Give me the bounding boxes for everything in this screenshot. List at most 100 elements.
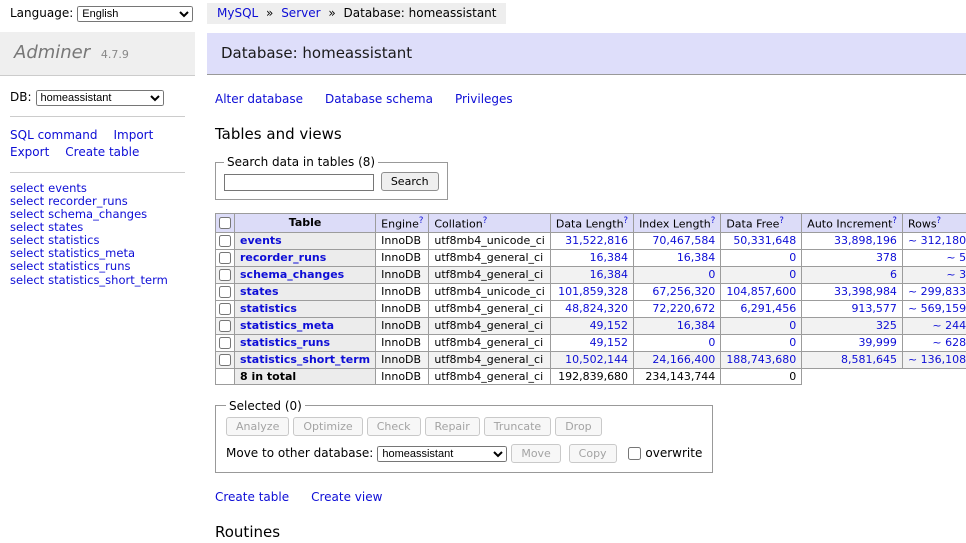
- select-link[interactable]: select: [10, 259, 44, 273]
- row-checkbox[interactable]: [219, 269, 231, 281]
- auto-increment-cell-link[interactable]: 39,999: [858, 336, 897, 349]
- help-link[interactable]: ?: [419, 216, 424, 226]
- auto-increment-cell-link[interactable]: 33,398,984: [834, 285, 897, 298]
- help-link[interactable]: ?: [937, 216, 942, 226]
- language-select[interactable]: English: [77, 6, 193, 22]
- auto-increment-cell-link[interactable]: 378: [876, 251, 897, 264]
- rows-cell-link[interactable]: ~ 299,833: [908, 285, 966, 298]
- data-length-cell-link[interactable]: 31,522,816: [565, 234, 628, 247]
- app-name[interactable]: Adminer: [14, 42, 90, 63]
- data-length-cell-link[interactable]: 10,502,144: [565, 353, 628, 366]
- row-checkbox[interactable]: [219, 320, 231, 332]
- db-select[interactable]: homeassistant: [36, 90, 164, 106]
- breadcrumb-item[interactable]: MySQL: [217, 6, 258, 20]
- data-length-cell-link[interactable]: 49,152: [590, 336, 629, 349]
- row-checkbox[interactable]: [219, 235, 231, 247]
- sidebar-table-link-events[interactable]: events: [48, 181, 87, 195]
- index-length-cell-link[interactable]: 70,467,584: [652, 234, 715, 247]
- index-length-cell-link[interactable]: 67,256,320: [652, 285, 715, 298]
- table-link-statistics_runs[interactable]: statistics_runs: [240, 336, 330, 349]
- rows-cell-link[interactable]: ~ 136,108: [908, 353, 966, 366]
- rows-cell-link[interactable]: ~ 628: [932, 336, 966, 349]
- sidebar-table-link-states[interactable]: states: [48, 220, 83, 234]
- sidebar-table-link-statistics_runs[interactable]: statistics_runs: [48, 259, 130, 273]
- auto-increment-cell-link[interactable]: 6: [890, 268, 897, 281]
- help-link[interactable]: ?: [483, 216, 488, 226]
- table-link-statistics_short_term[interactable]: statistics_short_term: [240, 353, 370, 366]
- data-length-cell-link[interactable]: 49,152: [590, 319, 629, 332]
- table-link-states[interactable]: states: [240, 285, 279, 298]
- drop-button[interactable]: Drop: [555, 417, 601, 436]
- search-input[interactable]: [224, 174, 374, 191]
- privileges-link[interactable]: Privileges: [455, 92, 513, 106]
- row-checkbox[interactable]: [219, 354, 231, 366]
- overwrite-checkbox[interactable]: [628, 447, 641, 460]
- select-link[interactable]: select: [10, 246, 44, 260]
- sidebar-table-link-statistics_short_term[interactable]: statistics_short_term: [48, 273, 168, 287]
- table-link-events[interactable]: events: [240, 234, 282, 247]
- analyze-button[interactable]: Analyze: [226, 417, 289, 436]
- help-link[interactable]: ?: [892, 216, 897, 226]
- data-free-cell-link[interactable]: 6,291,456: [740, 302, 796, 315]
- alter-database-link[interactable]: Alter database: [215, 92, 303, 106]
- data-free-cell-link[interactable]: 104,857,600: [726, 285, 796, 298]
- data-free-cell-link[interactable]: 0: [789, 319, 796, 332]
- index-length-cell-link[interactable]: 24,166,400: [652, 353, 715, 366]
- row-checkbox[interactable]: [219, 286, 231, 298]
- create-table-link[interactable]: Create table: [215, 490, 289, 504]
- breadcrumb-item[interactable]: Server: [281, 6, 320, 20]
- auto-increment-cell-link[interactable]: 8,581,645: [841, 353, 897, 366]
- select-link[interactable]: select: [10, 220, 44, 234]
- row-checkbox[interactable]: [219, 337, 231, 349]
- table-link-statistics_meta[interactable]: statistics_meta: [240, 319, 334, 332]
- select-all-checkbox[interactable]: [219, 217, 231, 229]
- row-checkbox[interactable]: [219, 303, 231, 315]
- optimize-button[interactable]: Optimize: [293, 417, 362, 436]
- data-free-cell-link[interactable]: 50,331,648: [733, 234, 796, 247]
- move-button[interactable]: Move: [511, 444, 561, 463]
- overwrite-label[interactable]: overwrite: [645, 446, 702, 460]
- copy-button[interactable]: Copy: [569, 444, 617, 463]
- help-link[interactable]: ?: [624, 216, 629, 226]
- select-link[interactable]: select: [10, 207, 44, 221]
- auto-increment-cell-link[interactable]: 913,577: [851, 302, 897, 315]
- move-db-select[interactable]: homeassistant: [377, 446, 507, 462]
- sidebar-link-export[interactable]: Export: [10, 145, 49, 159]
- create-view-link[interactable]: Create view: [311, 490, 382, 504]
- data-free-cell-link[interactable]: 0: [789, 336, 796, 349]
- data-length-cell-link[interactable]: 101,859,328: [558, 285, 628, 298]
- sidebar-link-import[interactable]: Import: [113, 128, 153, 142]
- rows-cell-link[interactable]: ~ 569,159: [908, 302, 966, 315]
- auto-increment-cell-link[interactable]: 325: [876, 319, 897, 332]
- select-link[interactable]: select: [10, 194, 44, 208]
- data-length-cell-link[interactable]: 16,384: [590, 251, 629, 264]
- rows-cell-link[interactable]: ~ 3: [946, 268, 966, 281]
- data-length-cell-link[interactable]: 48,824,320: [565, 302, 628, 315]
- sidebar-link-sql-command[interactable]: SQL command: [10, 128, 97, 142]
- select-link[interactable]: select: [10, 233, 44, 247]
- sidebar-table-link-statistics[interactable]: statistics: [48, 233, 99, 247]
- data-free-cell-link[interactable]: 188,743,680: [726, 353, 796, 366]
- sidebar-link-create-table[interactable]: Create table: [65, 145, 139, 159]
- data-free-cell-link[interactable]: 0: [789, 251, 796, 264]
- data-free-cell-link[interactable]: 0: [789, 268, 796, 281]
- sidebar-table-link-statistics_meta[interactable]: statistics_meta: [48, 246, 135, 260]
- select-link[interactable]: select: [10, 273, 44, 287]
- check-button[interactable]: Check: [367, 417, 421, 436]
- select-link[interactable]: select: [10, 181, 44, 195]
- table-link-schema_changes[interactable]: schema_changes: [240, 268, 344, 281]
- row-checkbox[interactable]: [219, 252, 231, 264]
- index-length-cell-link[interactable]: 72,220,672: [652, 302, 715, 315]
- help-link[interactable]: ?: [711, 216, 716, 226]
- help-link[interactable]: ?: [779, 216, 784, 226]
- index-length-cell-link[interactable]: 0: [708, 336, 715, 349]
- table-link-statistics[interactable]: statistics: [240, 302, 297, 315]
- rows-cell-link[interactable]: ~ 312,180: [908, 234, 966, 247]
- auto-increment-cell-link[interactable]: 33,898,196: [834, 234, 897, 247]
- truncate-button[interactable]: Truncate: [484, 417, 551, 436]
- rows-cell-link[interactable]: ~ 244: [932, 319, 966, 332]
- index-length-cell-link[interactable]: 0: [708, 268, 715, 281]
- sidebar-table-link-recorder_runs[interactable]: recorder_runs: [48, 194, 128, 208]
- database-schema-link[interactable]: Database schema: [325, 92, 433, 106]
- index-length-cell-link[interactable]: 16,384: [677, 319, 716, 332]
